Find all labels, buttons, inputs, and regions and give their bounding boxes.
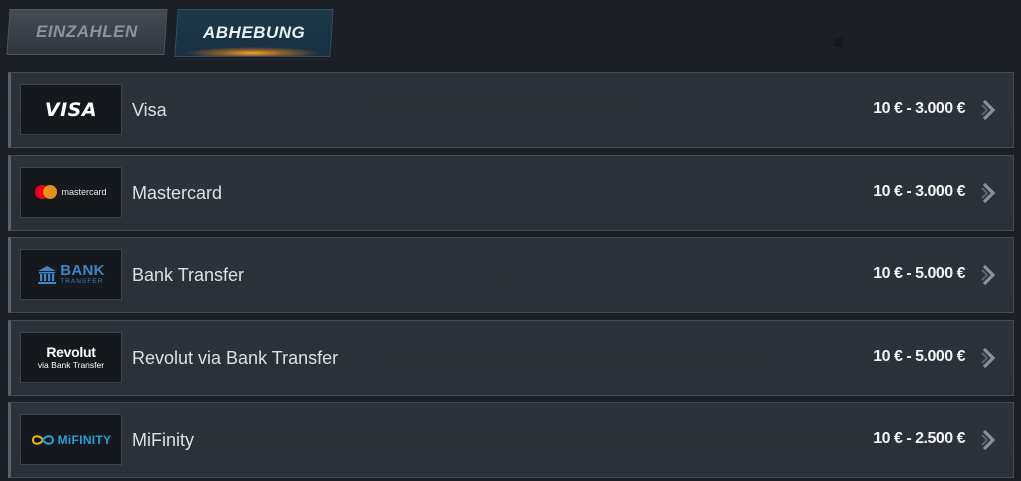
method-limits: 10 € - 5.000 € [873,347,965,365]
visa-logo-box: VISA [20,84,122,135]
method-limits: 10 € - 5.000 € [873,265,965,282]
tab-withdraw-label: ABHEBUNG [202,23,306,42]
payment-method-visa[interactable]: VISA Visa 10 € - 3.000 € [8,72,1014,148]
bank-transfer-logo-box: BANK TRANSFER [20,249,122,300]
visa-logo: VISA [44,98,98,121]
mastercard-logo-text: mastercard [61,187,107,197]
mastercard-circles-icon [35,185,58,199]
payment-method-bank-transfer[interactable]: BANK TRANSFER Bank Transfer 10 € - 5.000… [8,237,1014,313]
chevron-right-icon [981,429,996,451]
payment-method-list: VISA Visa 10 € - 3.000 € mastercard Mast… [8,72,1014,478]
mifinity-logo: MiFINITY [31,433,112,447]
method-name: Revolut via Bank Transfer [132,347,339,368]
payment-method-revolut[interactable]: Revolut via Bank Transfer Revolut via Ba… [8,319,1014,396]
mastercard-logo-box: mastercard [20,166,122,218]
revolut-logo: Revolut via Bank Transfer [38,345,104,370]
revolut-logo-box: Revolut via Bank Transfer [20,331,122,383]
tab-deposit[interactable]: EINZAHLEN [6,9,168,55]
infinity-icon [31,434,54,445]
method-limits: 10 € - 2.500 € [873,430,965,447]
mastercard-logo: mastercard [35,185,107,199]
bank-logo-subtext: TRANSFER [60,278,104,286]
bank-logo-text: BANK [60,262,105,280]
method-name: Mastercard [132,182,223,203]
chevron-right-icon [981,264,996,286]
transaction-tabs: EINZAHLEN ABHEBUNG [6,9,334,57]
decorative-dot [834,38,843,47]
method-limits: 10 € - 3.000 € [873,182,965,200]
chevron-right-icon [981,99,996,121]
bank-building-icon [38,265,57,284]
chevron-right-icon [981,347,996,368]
chevron-right-icon [981,182,996,203]
method-limits: 10 € - 3.000 € [873,100,965,117]
tab-withdraw[interactable]: ABHEBUNG [174,9,334,57]
withdrawal-panel: EINZAHLEN ABHEBUNG VISA Visa 10 € - 3.00… [0,0,1021,481]
mifinity-logo-box: MiFINITY [20,414,122,465]
payment-method-mifinity[interactable]: MiFINITY MiFinity 10 € - 2.500 € [8,402,1014,478]
revolut-logo-text: Revolut [46,343,96,360]
method-name: MiFinity [132,430,194,450]
tab-deposit-label: EINZAHLEN [36,22,138,41]
method-name: Bank Transfer [132,265,245,285]
revolut-logo-subtext: via Bank Transfer [37,359,105,370]
bank-transfer-logo: BANK TRANSFER [37,263,105,286]
method-name: Visa [132,100,167,120]
payment-method-mastercard[interactable]: mastercard Mastercard 10 € - 3.000 € [8,154,1014,231]
mifinity-logo-text: MiFINITY [57,432,112,447]
